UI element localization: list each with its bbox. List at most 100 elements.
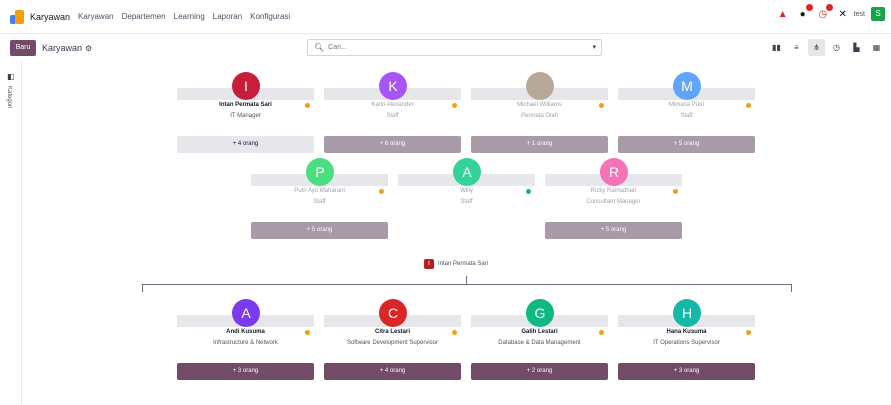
pivot-view-icon[interactable]: ▦	[868, 39, 885, 56]
employee-card[interactable]: A Willy Staff	[398, 158, 535, 240]
new-button[interactable]: Baru	[10, 40, 36, 56]
employee-job-title: Permata Olah	[520, 113, 559, 119]
presence-status-icon	[746, 103, 751, 108]
employee-card[interactable]: K Karin Alexander Staff + 6 orang	[324, 72, 461, 154]
presence-status-icon	[452, 103, 457, 108]
connector-line	[791, 284, 792, 292]
employee-job-title: Database & Data Management	[498, 340, 581, 346]
menu-konfigurasi[interactable]: Konfigurasi	[250, 12, 290, 21]
employee-card[interactable]: M Mimasa Putri Staff + 5 orang	[618, 72, 755, 154]
avatar[interactable]: I	[232, 72, 260, 100]
avatar[interactable]: A	[232, 299, 260, 327]
graph-view-icon[interactable]: ▙	[848, 39, 865, 56]
user-avatar[interactable]: S	[871, 7, 885, 21]
connector-line	[142, 284, 792, 285]
presence-status-icon	[379, 189, 384, 194]
presence-status-icon	[305, 103, 310, 108]
employee-card[interactable]: G Galih Lestari Database & Data Management…	[471, 299, 608, 381]
gear-icon[interactable]: ⚙	[85, 44, 92, 53]
employee-name: Intan Permata Sari	[219, 102, 272, 108]
employee-card[interactable]: C Citra Lestari Software Development Super…	[324, 299, 461, 381]
org-chart: I Intan Permata Sari IT Manager + 4 orang K K…	[22, 62, 891, 405]
subordinates-button[interactable]: + 5 orang	[618, 136, 755, 153]
presence-status-icon	[452, 330, 457, 335]
hierarchy-view-icon[interactable]: ⋔	[808, 39, 825, 56]
side-panel-label[interactable]: Kategori	[6, 86, 12, 108]
subordinates-button[interactable]: + 3 orang	[177, 363, 314, 380]
menu-karyawan[interactable]: Karyawan	[78, 12, 114, 21]
search-panel: ◧ Kategori	[0, 62, 22, 405]
search-icon[interactable]: 🔍︎	[314, 43, 324, 52]
presence-status-icon	[526, 189, 531, 194]
manager-breadcrumb[interactable]: I Intan Permata Sari	[424, 258, 488, 270]
connector-line	[142, 284, 143, 292]
avatar[interactable]: P	[306, 158, 334, 186]
avatar[interactable]: G	[526, 299, 554, 327]
subordinates-button[interactable]: + 5 orang	[545, 222, 682, 239]
chat-icon[interactable]: ●	[796, 4, 813, 21]
subordinates-button[interactable]: + 1 orang	[471, 136, 608, 153]
employee-job-title: IT Operations Supervisor	[653, 340, 720, 346]
tools-icon[interactable]: ✕	[836, 7, 850, 21]
employee-job-title: Staff	[386, 113, 399, 119]
app-name[interactable]: Karyawan	[30, 12, 70, 22]
list-view-icon[interactable]: ≡	[788, 39, 805, 56]
subordinates-button[interactable]: + 4 orang	[177, 136, 314, 153]
employee-card[interactable]: Michael Williams Permata Olah + 1 orang	[471, 72, 608, 154]
menu-departemen[interactable]: Departemen	[122, 12, 166, 21]
presence-status-icon	[305, 330, 310, 335]
employee-job-title: Consultant Manager	[586, 199, 641, 205]
chevron-down-icon[interactable]: ▾	[592, 43, 596, 51]
systray: ▲ ● ◷ ✕ test S	[770, 4, 885, 21]
connector-line	[466, 276, 467, 284]
employee-card[interactable]: H Hana Kusuma IT Operations Supervisor + 3 …	[618, 299, 755, 381]
search-bar: 🔍︎ ▾	[307, 39, 602, 56]
main-menu: Karyawan Departemen Learning Laporan Kon…	[78, 12, 298, 21]
avatar[interactable]	[526, 72, 554, 100]
employee-job-title: Infrastructure & Network	[213, 340, 278, 346]
control-panel: Baru Karyawan ⚙ 🔍︎ ▾ ▮▮ ≡ ⋔ ◷ ▙ ▦	[0, 34, 891, 62]
company-switcher[interactable]: test	[854, 11, 865, 18]
view-switcher: ▮▮ ≡ ⋔ ◷ ▙ ▦	[765, 39, 885, 56]
avatar[interactable]: K	[379, 72, 407, 100]
avatar[interactable]: C	[379, 299, 407, 327]
employee-name: Galih Lestari	[521, 329, 558, 335]
subordinates-button[interactable]: + 5 orang	[251, 222, 388, 239]
employee-card[interactable]: A Andi Kusuma Infrastructure & Network + 3 …	[177, 299, 314, 381]
employees-app-icon[interactable]	[10, 9, 24, 24]
search-input[interactable]	[328, 44, 569, 51]
presence-status-icon	[599, 330, 604, 335]
employee-card[interactable]: I Intan Permata Sari IT Manager + 4 orang	[177, 72, 314, 154]
menu-learning[interactable]: Learning	[174, 12, 205, 21]
employee-job-title: Software Development Supervisor	[346, 340, 439, 346]
presence-status-icon	[746, 330, 751, 335]
subordinates-button[interactable]: + 4 orang	[324, 363, 461, 380]
avatar[interactable]: H	[673, 299, 701, 327]
employee-card[interactable]: R Rizky Ramadhan Consultant Manager + 5 ora…	[545, 158, 682, 240]
kanban-view-icon[interactable]: ▮▮	[768, 39, 785, 56]
menu-laporan[interactable]: Laporan	[213, 12, 242, 21]
employee-card[interactable]: P Putri Ayu Maharani Staff + 5 orang	[251, 158, 388, 240]
employee-job-title: Staff	[313, 199, 326, 205]
avatar[interactable]: A	[453, 158, 481, 186]
employee-job-title: IT Manager	[230, 113, 261, 119]
activity-icon[interactable]: ◷	[816, 4, 833, 21]
employee-job-title: Staff	[460, 199, 473, 205]
employee-name: Hana Kusuma	[666, 329, 707, 335]
presence-status-icon	[673, 189, 678, 194]
avatar[interactable]: R	[600, 158, 628, 186]
presence-status-icon	[599, 103, 604, 108]
bug-icon[interactable]: ▲	[776, 7, 790, 21]
activity-view-icon[interactable]: ◷	[828, 39, 845, 56]
employee-name: Putri Ayu Maharani	[294, 188, 345, 194]
subordinates-button[interactable]: + 2 orang	[471, 363, 608, 380]
avatar[interactable]: M	[673, 72, 701, 100]
employee-name: Rizky Ramadhan	[590, 188, 637, 194]
employee-name: Andi Kusuma	[226, 329, 265, 335]
subordinates-button[interactable]: + 3 orang	[618, 363, 755, 380]
employee-name: Citra Lestari	[374, 329, 410, 335]
breadcrumb: Karyawan	[42, 43, 83, 53]
employee-name: Willy	[460, 188, 473, 194]
panel-toggle-icon[interactable]: ◧	[7, 72, 15, 81]
subordinates-button[interactable]: + 6 orang	[324, 136, 461, 153]
